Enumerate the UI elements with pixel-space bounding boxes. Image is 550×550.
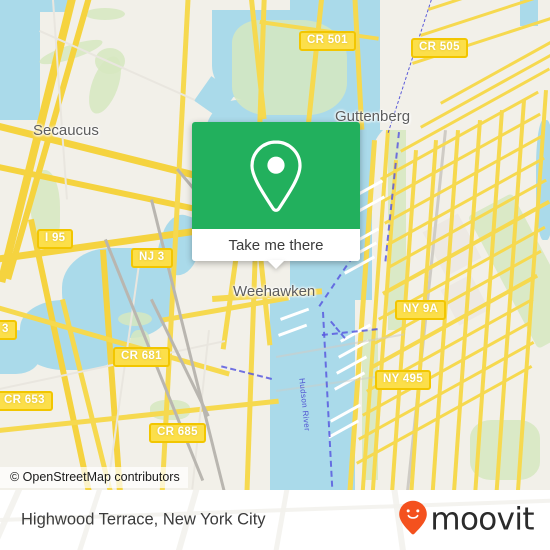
footer-bar: Highwood Terrace, New York City moovit [0,490,550,550]
shield-cr-501[interactable]: CR 501 [299,31,356,51]
shield-cr-505[interactable]: CR 505 [411,38,468,58]
popup-pointer-tail [267,260,285,269]
shield-route-3-partial[interactable]: 3 [0,320,17,340]
shield-cr-653[interactable]: CR 653 [0,391,53,411]
shield-nj-3[interactable]: NJ 3 [131,248,173,268]
map-pin-icon [245,137,307,215]
place-label-weehawken: Weehawken [233,283,316,300]
moovit-wordmark: moovit [430,501,534,538]
popup-pin-header [192,122,360,229]
park-nj-north [85,8,125,20]
shield-ny-495[interactable]: NY 495 [375,370,431,390]
moovit-logo[interactable]: moovit [398,500,535,541]
shield-ny-9a[interactable]: NY 9A [395,300,447,320]
place-popup-card[interactable]: Take me there [192,122,360,269]
map-canvas[interactable]: Hudson River Secaucus Guttenberg Weehawk… [0,0,550,490]
place-label-secaucus: Secaucus [33,122,99,139]
water-bay-north [0,0,40,120]
moovit-smile-pin-icon [398,500,428,541]
place-title: Highwood Terrace, New York City [21,510,266,529]
shield-cr-685[interactable]: CR 685 [149,423,206,443]
moovit-place-map-screenshot: Hudson River Secaucus Guttenberg Weehawk… [0,0,550,550]
osm-attribution[interactable]: © OpenStreetMap contributors [0,467,188,488]
footer-ghost-line-4 [270,490,291,550]
shield-cr-681[interactable]: CR 681 [113,347,170,367]
take-me-there-button[interactable]: Take me there [192,229,360,261]
shield-i-95[interactable]: I 95 [37,229,74,249]
